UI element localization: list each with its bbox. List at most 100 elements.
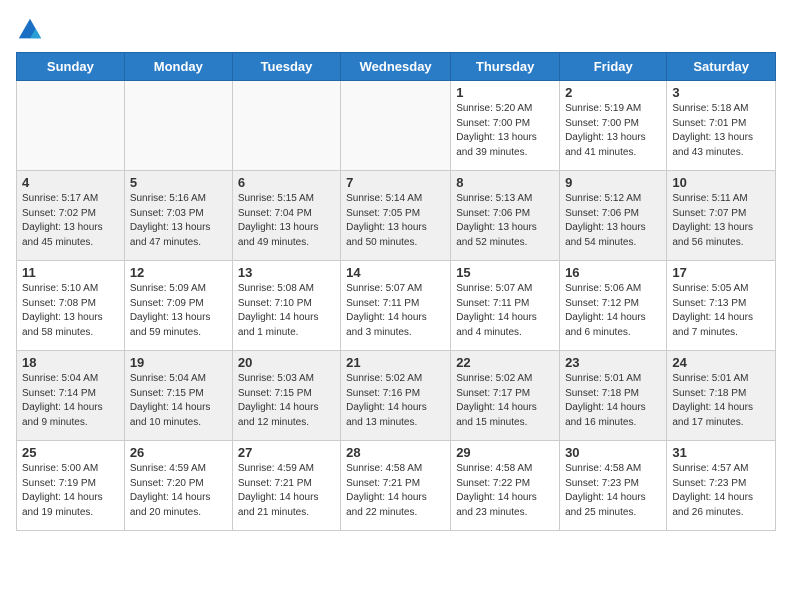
day-info: Sunrise: 5:15 AM Sunset: 7:04 PM Dayligh…: [238, 192, 335, 250]
weekday-header-monday: Monday: [124, 53, 232, 81]
day-info: Sunrise: 5:07 AM Sunset: 7:11 PM Dayligh…: [346, 282, 445, 340]
week-row-2: 4 Sunrise: 5:17 AM Sunset: 7:02 PM Daylig…: [17, 171, 776, 261]
day-number: 13: [238, 265, 335, 280]
calendar-cell: 12Sunrise: 5:09 AM Sunset: 7:09 PM Dayli…: [124, 261, 232, 351]
day-number: 4: [22, 175, 119, 190]
day-info: Sunrise: 5:05 AM Sunset: 7:13 PM Dayligh…: [672, 282, 770, 340]
calendar-cell: 20 Sunrise: 5:03 AM Sunset: 7:15 PM Dayli…: [232, 351, 340, 441]
calendar-cell: 26 Sunrise: 4:59 AM Sunset: 7:20 PM Dayli…: [124, 441, 232, 531]
weekday-header-saturday: Saturday: [667, 53, 776, 81]
weekday-header-sunday: Sunday: [17, 53, 125, 81]
day-info: Sunrise: 5:03 AM Sunset: 7:15 PM Dayligh…: [238, 372, 335, 430]
day-number: 17: [672, 265, 770, 280]
calendar-cell: 24Sunrise: 5:01 AM Sunset: 7:18 PM Dayli…: [667, 351, 776, 441]
day-info: Sunrise: 5:00 AM Sunset: 7:19 PM Dayligh…: [22, 462, 119, 520]
calendar-cell: 17 Sunrise: 5:05 AM Sunset: 7:13 PM Dayli…: [667, 261, 776, 351]
day-info: Sunrise: 4:59 AM Sunset: 7:21 PM Dayligh…: [238, 462, 335, 520]
day-info: Sunrise: 5:01 AM Sunset: 7:18 PM Dayligh…: [672, 372, 770, 430]
logo-icon: [16, 16, 44, 44]
calendar-cell: 18 Sunrise: 5:04 AM Sunset: 7:14 PM Dayli…: [17, 351, 125, 441]
day-info: Sunrise: 4:59 AM Sunset: 7:20 PM Dayligh…: [130, 462, 227, 520]
day-number: 15: [456, 265, 554, 280]
calendar-cell: 25 Sunrise: 5:00 AM Sunset: 7:19 PM Dayli…: [17, 441, 125, 531]
day-info: Sunrise: 5:13 AM Sunset: 7:06 PM Dayligh…: [456, 192, 554, 250]
day-info: Sunrise: 5:18 AM Sunset: 7:01 PM Dayligh…: [672, 102, 770, 160]
day-info: Sunrise: 5:14 AM Sunset: 7:05 PM Dayligh…: [346, 192, 445, 250]
day-info: Sunrise: 4:58 AM Sunset: 7:22 PM Dayligh…: [456, 462, 554, 520]
day-info: Sunrise: 5:02 AM Sunset: 7:16 PM Dayligh…: [346, 372, 445, 430]
calendar-cell: 28 Sunrise: 4:58 AM Sunset: 7:21 PM Dayli…: [341, 441, 451, 531]
day-number: 26: [130, 445, 227, 460]
day-info: Sunrise: 5:17 AM Sunset: 7:02 PM Dayligh…: [22, 192, 119, 250]
week-row-4: 18 Sunrise: 5:04 AM Sunset: 7:14 PM Dayli…: [17, 351, 776, 441]
calendar-cell: 19 Sunrise: 5:04 AM Sunset: 7:15 PM Dayli…: [124, 351, 232, 441]
calendar-table: SundayMondayTuesdayWednesdayThursdayFrid…: [16, 52, 776, 531]
day-info: Sunrise: 5:01 AM Sunset: 7:18 PM Dayligh…: [565, 372, 661, 430]
day-number: 11: [22, 265, 119, 280]
weekday-header-tuesday: Tuesday: [232, 53, 340, 81]
day-info: Sunrise: 5:04 AM Sunset: 7:14 PM Dayligh…: [22, 372, 119, 430]
calendar-cell: 2Sunrise: 5:19 AM Sunset: 7:00 PM Daylig…: [560, 81, 667, 171]
calendar-cell: 6 Sunrise: 5:15 AM Sunset: 7:04 PM Daylig…: [232, 171, 340, 261]
week-row-3: 11Sunrise: 5:10 AM Sunset: 7:08 PM Dayli…: [17, 261, 776, 351]
calendar-cell: [232, 81, 340, 171]
day-number: 6: [238, 175, 335, 190]
calendar-cell: [341, 81, 451, 171]
page-header: [16, 16, 776, 44]
day-number: 16: [565, 265, 661, 280]
day-number: 23: [565, 355, 661, 370]
day-number: 10: [672, 175, 770, 190]
day-info: Sunrise: 5:12 AM Sunset: 7:06 PM Dayligh…: [565, 192, 661, 250]
calendar-cell: 30Sunrise: 4:58 AM Sunset: 7:23 PM Dayli…: [560, 441, 667, 531]
day-info: Sunrise: 5:02 AM Sunset: 7:17 PM Dayligh…: [456, 372, 554, 430]
day-number: 3: [672, 85, 770, 100]
day-info: Sunrise: 5:06 AM Sunset: 7:12 PM Dayligh…: [565, 282, 661, 340]
day-number: 25: [22, 445, 119, 460]
calendar-cell: 5Sunrise: 5:16 AM Sunset: 7:03 PM Daylig…: [124, 171, 232, 261]
calendar-cell: 8 Sunrise: 5:13 AM Sunset: 7:06 PM Daylig…: [451, 171, 560, 261]
calendar-cell: 27 Sunrise: 4:59 AM Sunset: 7:21 PM Dayli…: [232, 441, 340, 531]
day-number: 28: [346, 445, 445, 460]
day-number: 14: [346, 265, 445, 280]
day-number: 22: [456, 355, 554, 370]
calendar-cell: 7Sunrise: 5:14 AM Sunset: 7:05 PM Daylig…: [341, 171, 451, 261]
weekday-header-friday: Friday: [560, 53, 667, 81]
calendar-cell: 22 Sunrise: 5:02 AM Sunset: 7:17 PM Dayli…: [451, 351, 560, 441]
day-number: 27: [238, 445, 335, 460]
week-row-1: 1 Sunrise: 5:20 AM Sunset: 7:00 PM Daylig…: [17, 81, 776, 171]
day-number: 1: [456, 85, 554, 100]
day-info: Sunrise: 5:08 AM Sunset: 7:10 PM Dayligh…: [238, 282, 335, 340]
calendar-cell: 29 Sunrise: 4:58 AM Sunset: 7:22 PM Dayli…: [451, 441, 560, 531]
day-info: Sunrise: 5:09 AM Sunset: 7:09 PM Dayligh…: [130, 282, 227, 340]
day-number: 21: [346, 355, 445, 370]
day-info: Sunrise: 4:58 AM Sunset: 7:23 PM Dayligh…: [565, 462, 661, 520]
weekday-header-wednesday: Wednesday: [341, 53, 451, 81]
day-number: 31: [672, 445, 770, 460]
day-info: Sunrise: 4:58 AM Sunset: 7:21 PM Dayligh…: [346, 462, 445, 520]
day-info: Sunrise: 5:20 AM Sunset: 7:00 PM Dayligh…: [456, 102, 554, 160]
day-info: Sunrise: 4:57 AM Sunset: 7:23 PM Dayligh…: [672, 462, 770, 520]
calendar-cell: 16 Sunrise: 5:06 AM Sunset: 7:12 PM Dayli…: [560, 261, 667, 351]
calendar-cell: 1 Sunrise: 5:20 AM Sunset: 7:00 PM Daylig…: [451, 81, 560, 171]
calendar-cell: 21 Sunrise: 5:02 AM Sunset: 7:16 PM Dayli…: [341, 351, 451, 441]
day-number: 2: [565, 85, 661, 100]
calendar-cell: [124, 81, 232, 171]
weekday-header-row: SundayMondayTuesdayWednesdayThursdayFrid…: [17, 53, 776, 81]
day-number: 5: [130, 175, 227, 190]
calendar-cell: 9 Sunrise: 5:12 AM Sunset: 7:06 PM Daylig…: [560, 171, 667, 261]
day-number: 20: [238, 355, 335, 370]
day-number: 9: [565, 175, 661, 190]
calendar-cell: 13 Sunrise: 5:08 AM Sunset: 7:10 PM Dayli…: [232, 261, 340, 351]
calendar-cell: 3 Sunrise: 5:18 AM Sunset: 7:01 PM Daylig…: [667, 81, 776, 171]
day-number: 29: [456, 445, 554, 460]
day-number: 18: [22, 355, 119, 370]
calendar-cell: 23 Sunrise: 5:01 AM Sunset: 7:18 PM Dayli…: [560, 351, 667, 441]
day-info: Sunrise: 5:04 AM Sunset: 7:15 PM Dayligh…: [130, 372, 227, 430]
day-info: Sunrise: 5:07 AM Sunset: 7:11 PM Dayligh…: [456, 282, 554, 340]
day-number: 19: [130, 355, 227, 370]
day-number: 8: [456, 175, 554, 190]
calendar-cell: 11Sunrise: 5:10 AM Sunset: 7:08 PM Dayli…: [17, 261, 125, 351]
day-info: Sunrise: 5:11 AM Sunset: 7:07 PM Dayligh…: [672, 192, 770, 250]
logo: [16, 16, 48, 44]
week-row-5: 25 Sunrise: 5:00 AM Sunset: 7:19 PM Dayli…: [17, 441, 776, 531]
